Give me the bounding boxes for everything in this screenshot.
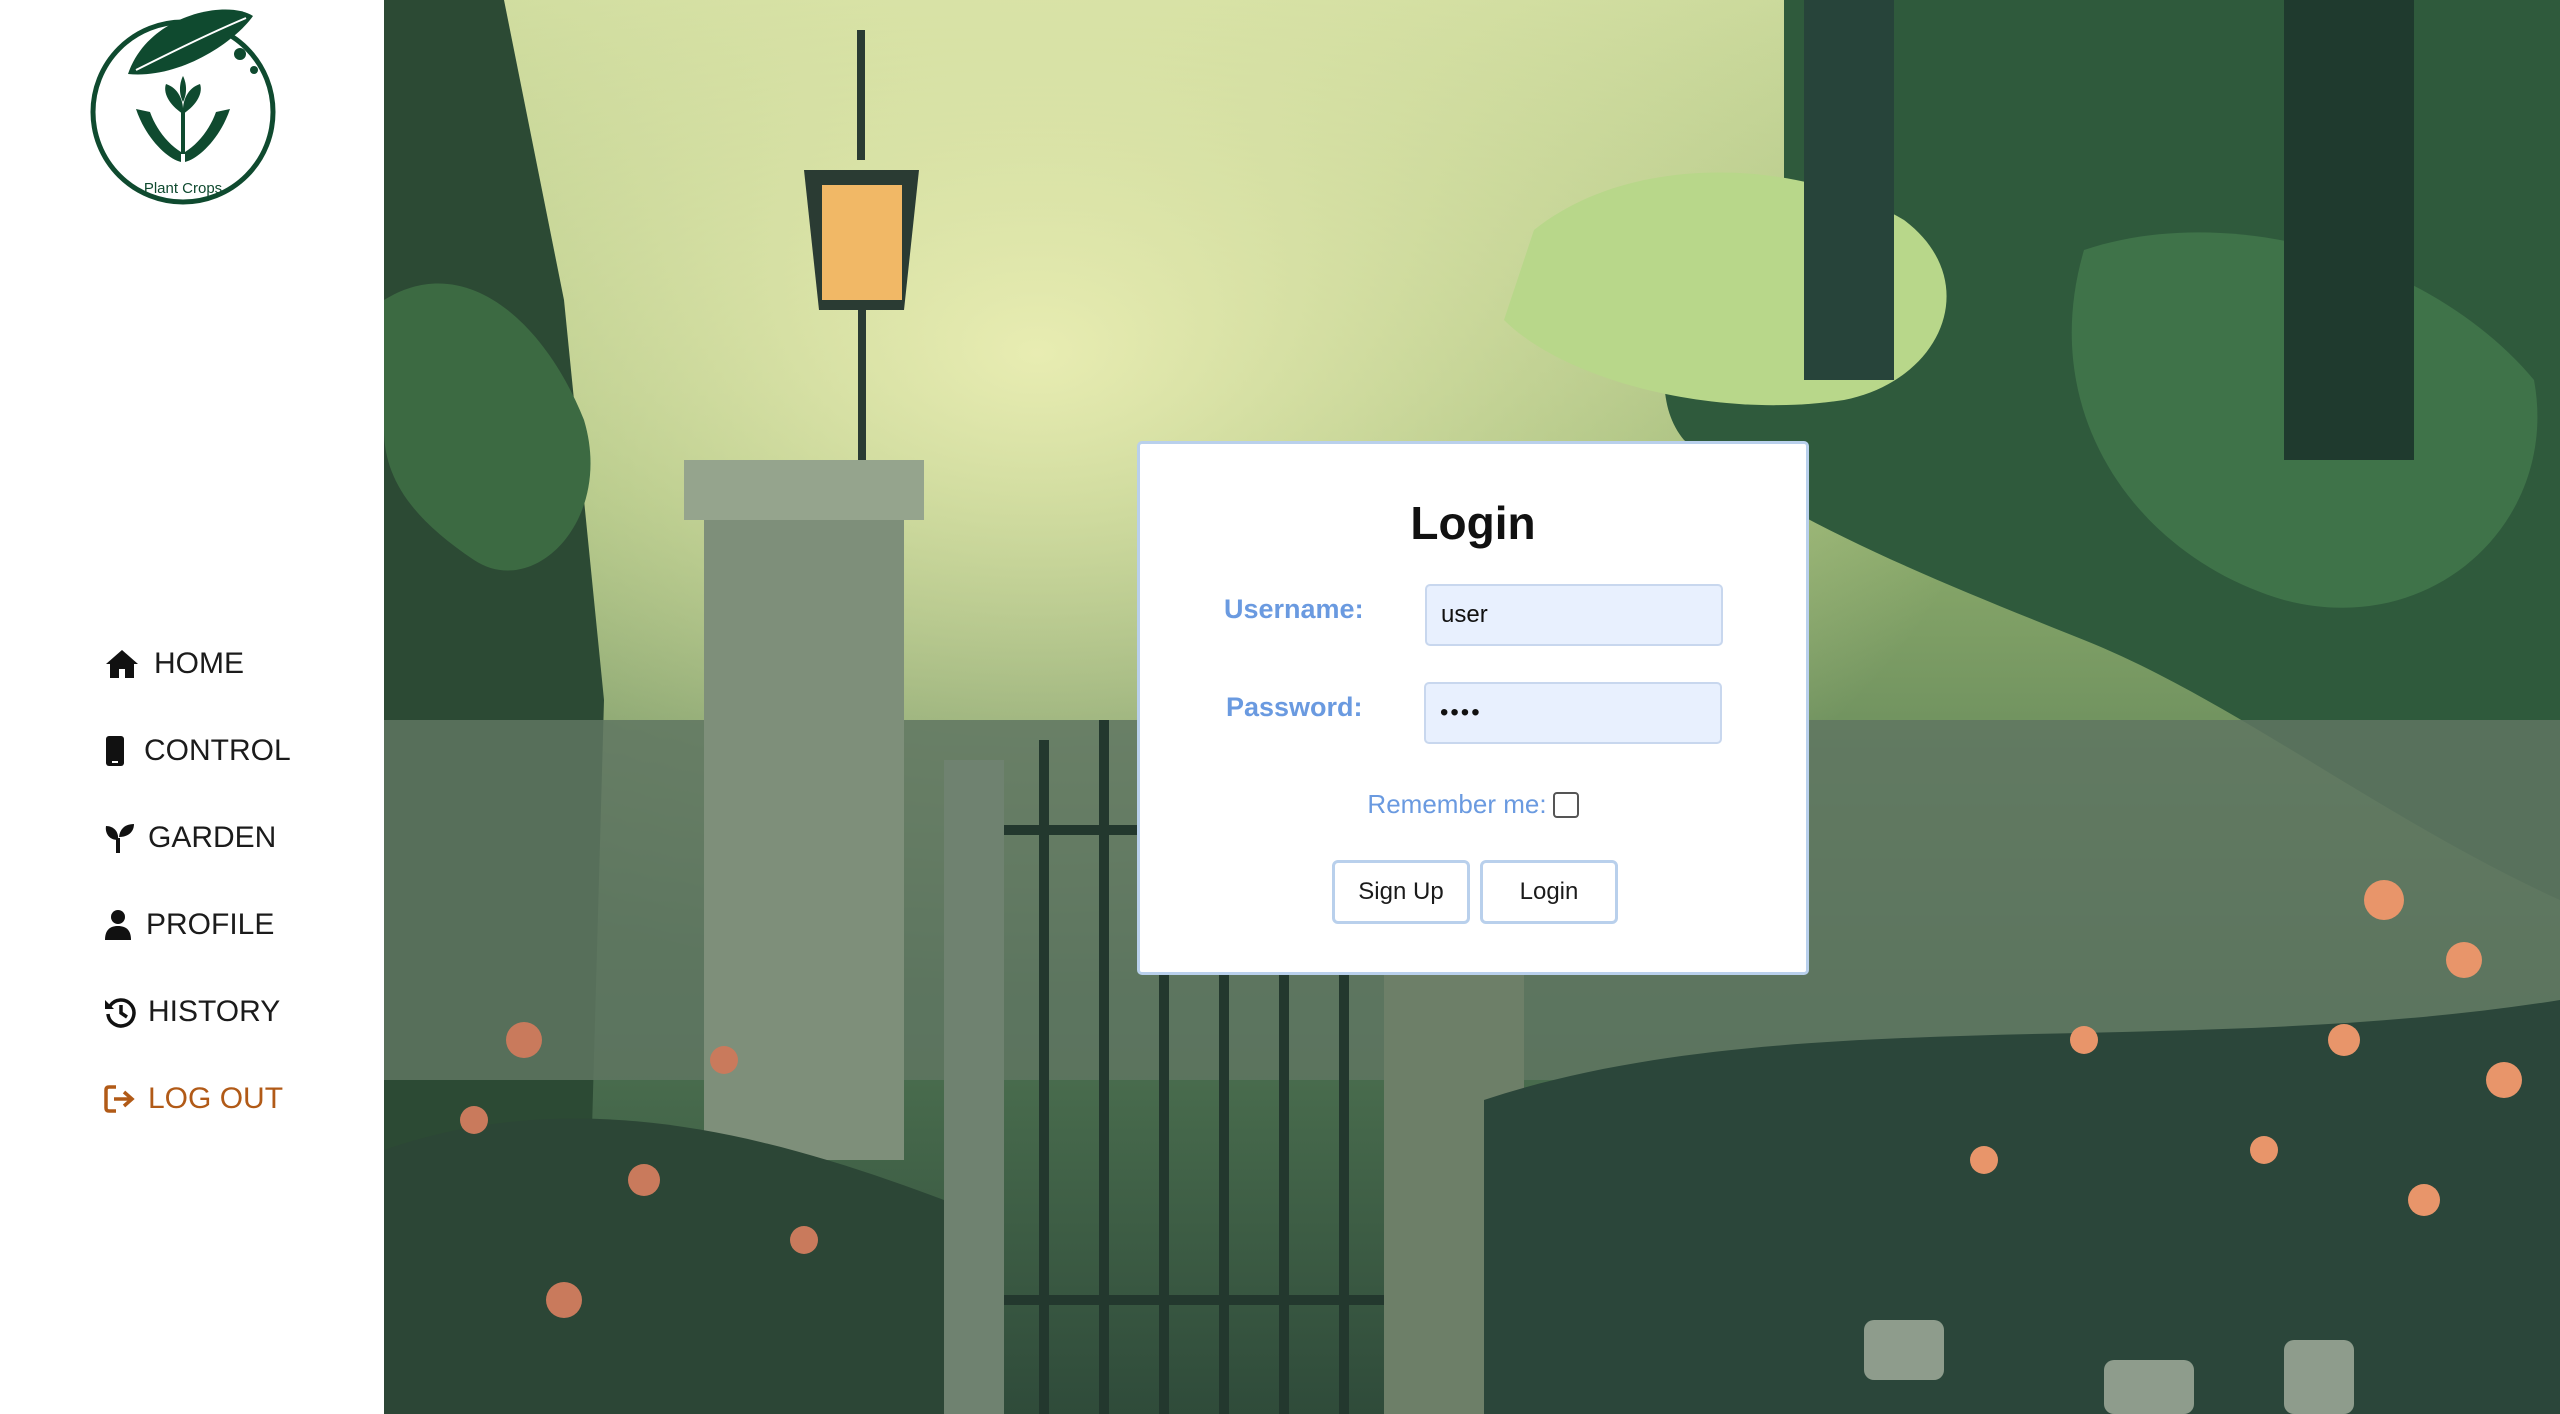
remember-me-checkbox[interactable] <box>1552 791 1579 818</box>
login-title: Login <box>1410 497 1536 549</box>
user-icon <box>104 905 136 945</box>
sign-up-button[interactable]: Sign Up <box>1332 860 1470 924</box>
seedling-icon <box>104 818 138 858</box>
sidebar-item-profile[interactable]: PROFILE <box>104 901 291 949</box>
password-label: Password: <box>1226 692 1363 722</box>
sidebar-item-label: PROFILE <box>146 908 275 941</box>
sidebar-item-history[interactable]: HISTORY <box>104 988 291 1036</box>
sidebar-item-control[interactable]: CONTROL <box>104 727 291 775</box>
phone-icon <box>104 731 134 771</box>
logo-text: Plant Crops <box>143 180 223 197</box>
sidebar-item-label: HISTORY <box>148 995 281 1028</box>
sidebar-item-label: HOME <box>154 647 244 680</box>
login-button[interactable]: Login <box>1480 860 1618 924</box>
home-icon <box>104 644 144 684</box>
sidebar-item-garden[interactable]: GARDEN <box>104 814 291 862</box>
sidebar: Plant Crops HOME CONTROL GARDEN PROFILE <box>0 0 384 1414</box>
sidebar-item-label: LOG OUT <box>148 1082 284 1115</box>
sidebar-item-label: CONTROL <box>144 734 291 767</box>
sidebar-item-logout[interactable]: LOG OUT <box>104 1075 291 1123</box>
logout-icon <box>104 1079 138 1119</box>
plant-crops-logo[interactable]: Plant Crops <box>88 4 278 214</box>
username-label: Username: <box>1224 594 1364 624</box>
username-input[interactable] <box>1425 584 1723 646</box>
history-icon <box>104 992 138 1032</box>
remember-me-label: Remember me: <box>1367 789 1547 819</box>
password-input[interactable] <box>1424 682 1722 744</box>
sidebar-nav: HOME CONTROL GARDEN PROFILE HISTORY LOG … <box>104 640 291 1162</box>
sidebar-item-home[interactable]: HOME <box>104 640 291 688</box>
login-card: Login Username: Password: Remember me: S… <box>1137 441 1809 975</box>
sidebar-item-label: GARDEN <box>148 821 277 854</box>
remember-me: Remember me: <box>1140 789 1806 820</box>
